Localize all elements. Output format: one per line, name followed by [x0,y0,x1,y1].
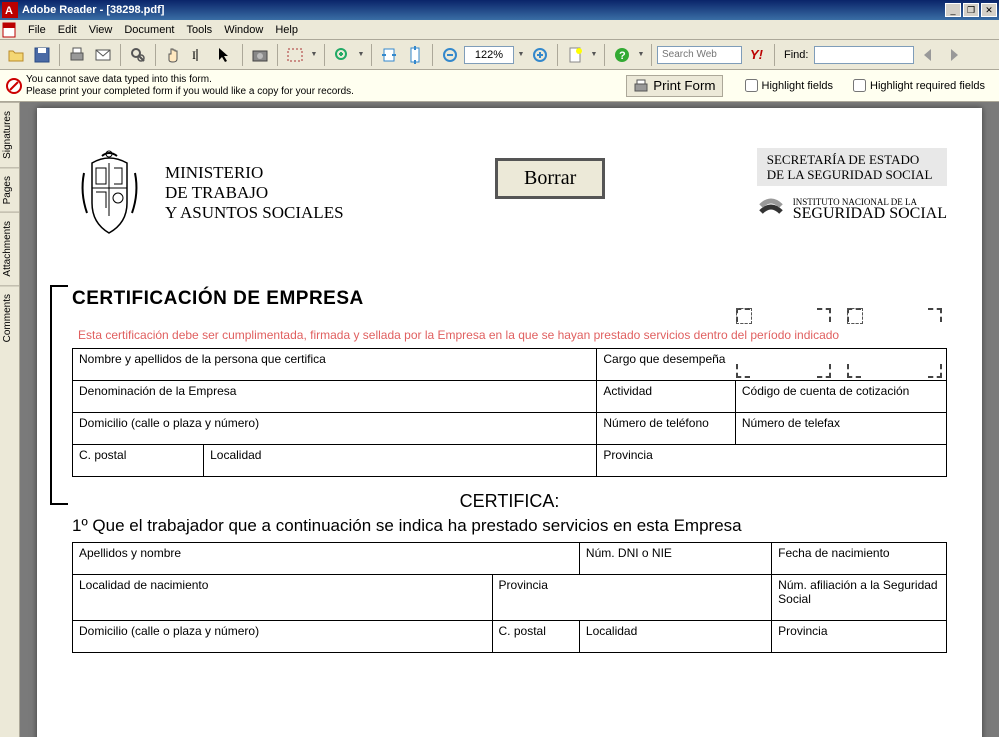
page-viewport[interactable]: MINISTERIO DE TRABAJO Y ASUNTOS SOCIALES… [20,102,999,737]
certifica-heading: CERTIFICA: [72,491,947,512]
find-next-icon[interactable] [942,43,966,67]
dropdown-icon[interactable]: ▼ [309,51,319,58]
field-cpostal-empresa[interactable]: C. postal [73,445,204,477]
toolbar: I ▼ ▼ ▼ ▼ ? ▼ Y! Find: [0,40,999,70]
secretaria-estado-label: SECRETARÍA DE ESTADO DE LA SEGURIDAD SOC… [757,148,947,186]
email-icon[interactable] [91,43,115,67]
pdf-page: MINISTERIO DE TRABAJO Y ASUNTOS SOCIALES… [37,108,982,737]
find-input[interactable] [814,46,914,64]
select-tool-icon[interactable] [213,43,237,67]
form-msg-line1: You cannot save data typed into this for… [26,74,622,86]
new-doc-icon[interactable] [563,43,587,67]
field-apellidos-nombre[interactable]: Apellidos y nombre [73,543,580,575]
highlight-fields-checkbox[interactable]: Highlight fields [745,79,834,92]
field-localidad-empresa[interactable]: Localidad [204,445,597,477]
field-telefono[interactable]: Número de teléfono [597,413,736,445]
field-denominacion[interactable]: Denominación de la Empresa [73,381,597,413]
company-table: Nombre y apellidos de la persona que cer… [72,348,947,477]
field-provincia-nacimiento[interactable]: Provincia [492,575,772,621]
fit-page-icon[interactable] [403,43,427,67]
worker-table: Apellidos y nombre Núm. DNI o NIE Fecha … [72,542,947,653]
field-cargo[interactable]: Cargo que desempeña [597,349,947,381]
borrar-button[interactable]: Borrar [495,158,605,199]
field-localidad-nacimiento[interactable]: Localidad de nacimiento [73,575,493,621]
section-bracket [50,285,68,505]
sidebar-tab-attachments[interactable]: Attachments [0,212,19,285]
zoom-out-icon[interactable] [438,43,462,67]
web-search-input[interactable] [657,46,742,64]
sidebar-tab-pages[interactable]: Pages [0,167,19,212]
form-msg-line2: Please print your completed form if you … [26,86,622,98]
svg-text:A: A [5,5,13,17]
menu-edit[interactable]: Edit [52,22,83,38]
menubar: File Edit View Document Tools Window Hel… [0,20,999,40]
field-domicilio-trabajador[interactable]: Domicilio (calle o plaza y número) [73,621,493,653]
field-localidad-trabajador[interactable]: Localidad [579,621,771,653]
menu-file[interactable]: File [22,22,52,38]
field-provincia-empresa[interactable]: Provincia [597,445,947,477]
field-cpostal-trabajador[interactable]: C. postal [492,621,579,653]
seguridad-social-text: INSTITUTO NACIONAL DE LA SEGURIDAD SOCIA… [793,197,947,219]
menu-tools[interactable]: Tools [181,22,219,38]
field-dni[interactable]: Núm. DNI o NIE [579,543,771,575]
svg-text:?: ? [619,50,626,62]
spain-coat-of-arms-icon [72,148,147,238]
sidebar-tab-signatures[interactable]: Signatures [0,102,19,167]
statement-1: 1º Que el trabajador que a continuación … [72,516,947,536]
dropdown-icon[interactable]: ▼ [516,51,526,58]
main-area: Signatures Pages Attachments Comments [0,102,999,737]
menu-window[interactable]: Window [218,22,269,38]
print-form-button[interactable]: Print Form [626,75,722,97]
field-domicilio-empresa[interactable]: Domicilio (calle o plaza y número) [73,413,597,445]
find-label: Find: [784,49,808,61]
field-provincia-trabajador[interactable]: Provincia [772,621,947,653]
print-form-label: Print Form [653,78,715,93]
field-telefax[interactable]: Número de telefax [735,413,946,445]
pdf-icon [2,22,18,38]
field-num-afiliacion[interactable]: Núm. afiliación a la Seguridad Social [772,575,947,621]
close-button[interactable]: ✕ [981,3,997,17]
window-titlebar: A Adobe Reader - [38298.pdf] _ ❐ ✕ [0,0,999,20]
help-icon[interactable]: ? [610,43,634,67]
menu-view[interactable]: View [83,22,119,38]
dropdown-icon[interactable]: ▼ [356,51,366,58]
zoom-in-circle-icon[interactable] [528,43,552,67]
field-codigo-cotizacion[interactable]: Código de cuenta de cotización [735,381,946,413]
menu-document[interactable]: Document [118,22,180,38]
fit-width-icon[interactable] [377,43,401,67]
find-prev-icon[interactable] [916,43,940,67]
zoom-input[interactable] [464,46,514,64]
cert-note: Esta certificación debe ser cumplimentad… [72,328,947,342]
dropdown-icon[interactable]: ▼ [589,51,599,58]
dropdown-icon[interactable]: ▼ [636,51,646,58]
menu-help[interactable]: Help [269,22,304,38]
form-message-bar: You cannot save data typed into this for… [0,70,999,102]
seguridad-social-icon [757,194,785,222]
field-actividad[interactable]: Actividad [597,381,736,413]
svg-text:I: I [192,48,196,62]
yahoo-icon[interactable]: Y! [750,47,763,62]
sidebar-tab-comments[interactable]: Comments [0,285,19,350]
field-fecha-nacimiento[interactable]: Fecha de nacimiento [772,543,947,575]
print-icon[interactable] [65,43,89,67]
snapshot-icon[interactable] [248,43,272,67]
ministerio-text: MINISTERIO DE TRABAJO Y ASUNTOS SOCIALES [165,163,344,223]
rectangle-zoom-icon[interactable] [283,43,307,67]
window-title: Adobe Reader - [38298.pdf] [22,4,943,16]
hand-tool-icon[interactable] [161,43,185,67]
app-icon: A [2,2,18,18]
minimize-button[interactable]: _ [945,3,961,17]
zoom-in-icon[interactable] [330,43,354,67]
open-icon[interactable] [4,43,28,67]
sidebar: Signatures Pages Attachments Comments [0,102,20,737]
cert-title: CERTIFICACIÓN DE EMPRESA [72,288,947,310]
highlight-required-checkbox[interactable]: Highlight required fields [853,79,985,92]
restore-button[interactable]: ❐ [963,3,979,17]
search-icon[interactable] [126,43,150,67]
save-icon[interactable] [30,43,54,67]
field-nombre-certifica[interactable]: Nombre y apellidos de la persona que cer… [73,349,597,381]
text-select-icon[interactable]: I [187,43,211,67]
warning-icon [6,78,22,94]
